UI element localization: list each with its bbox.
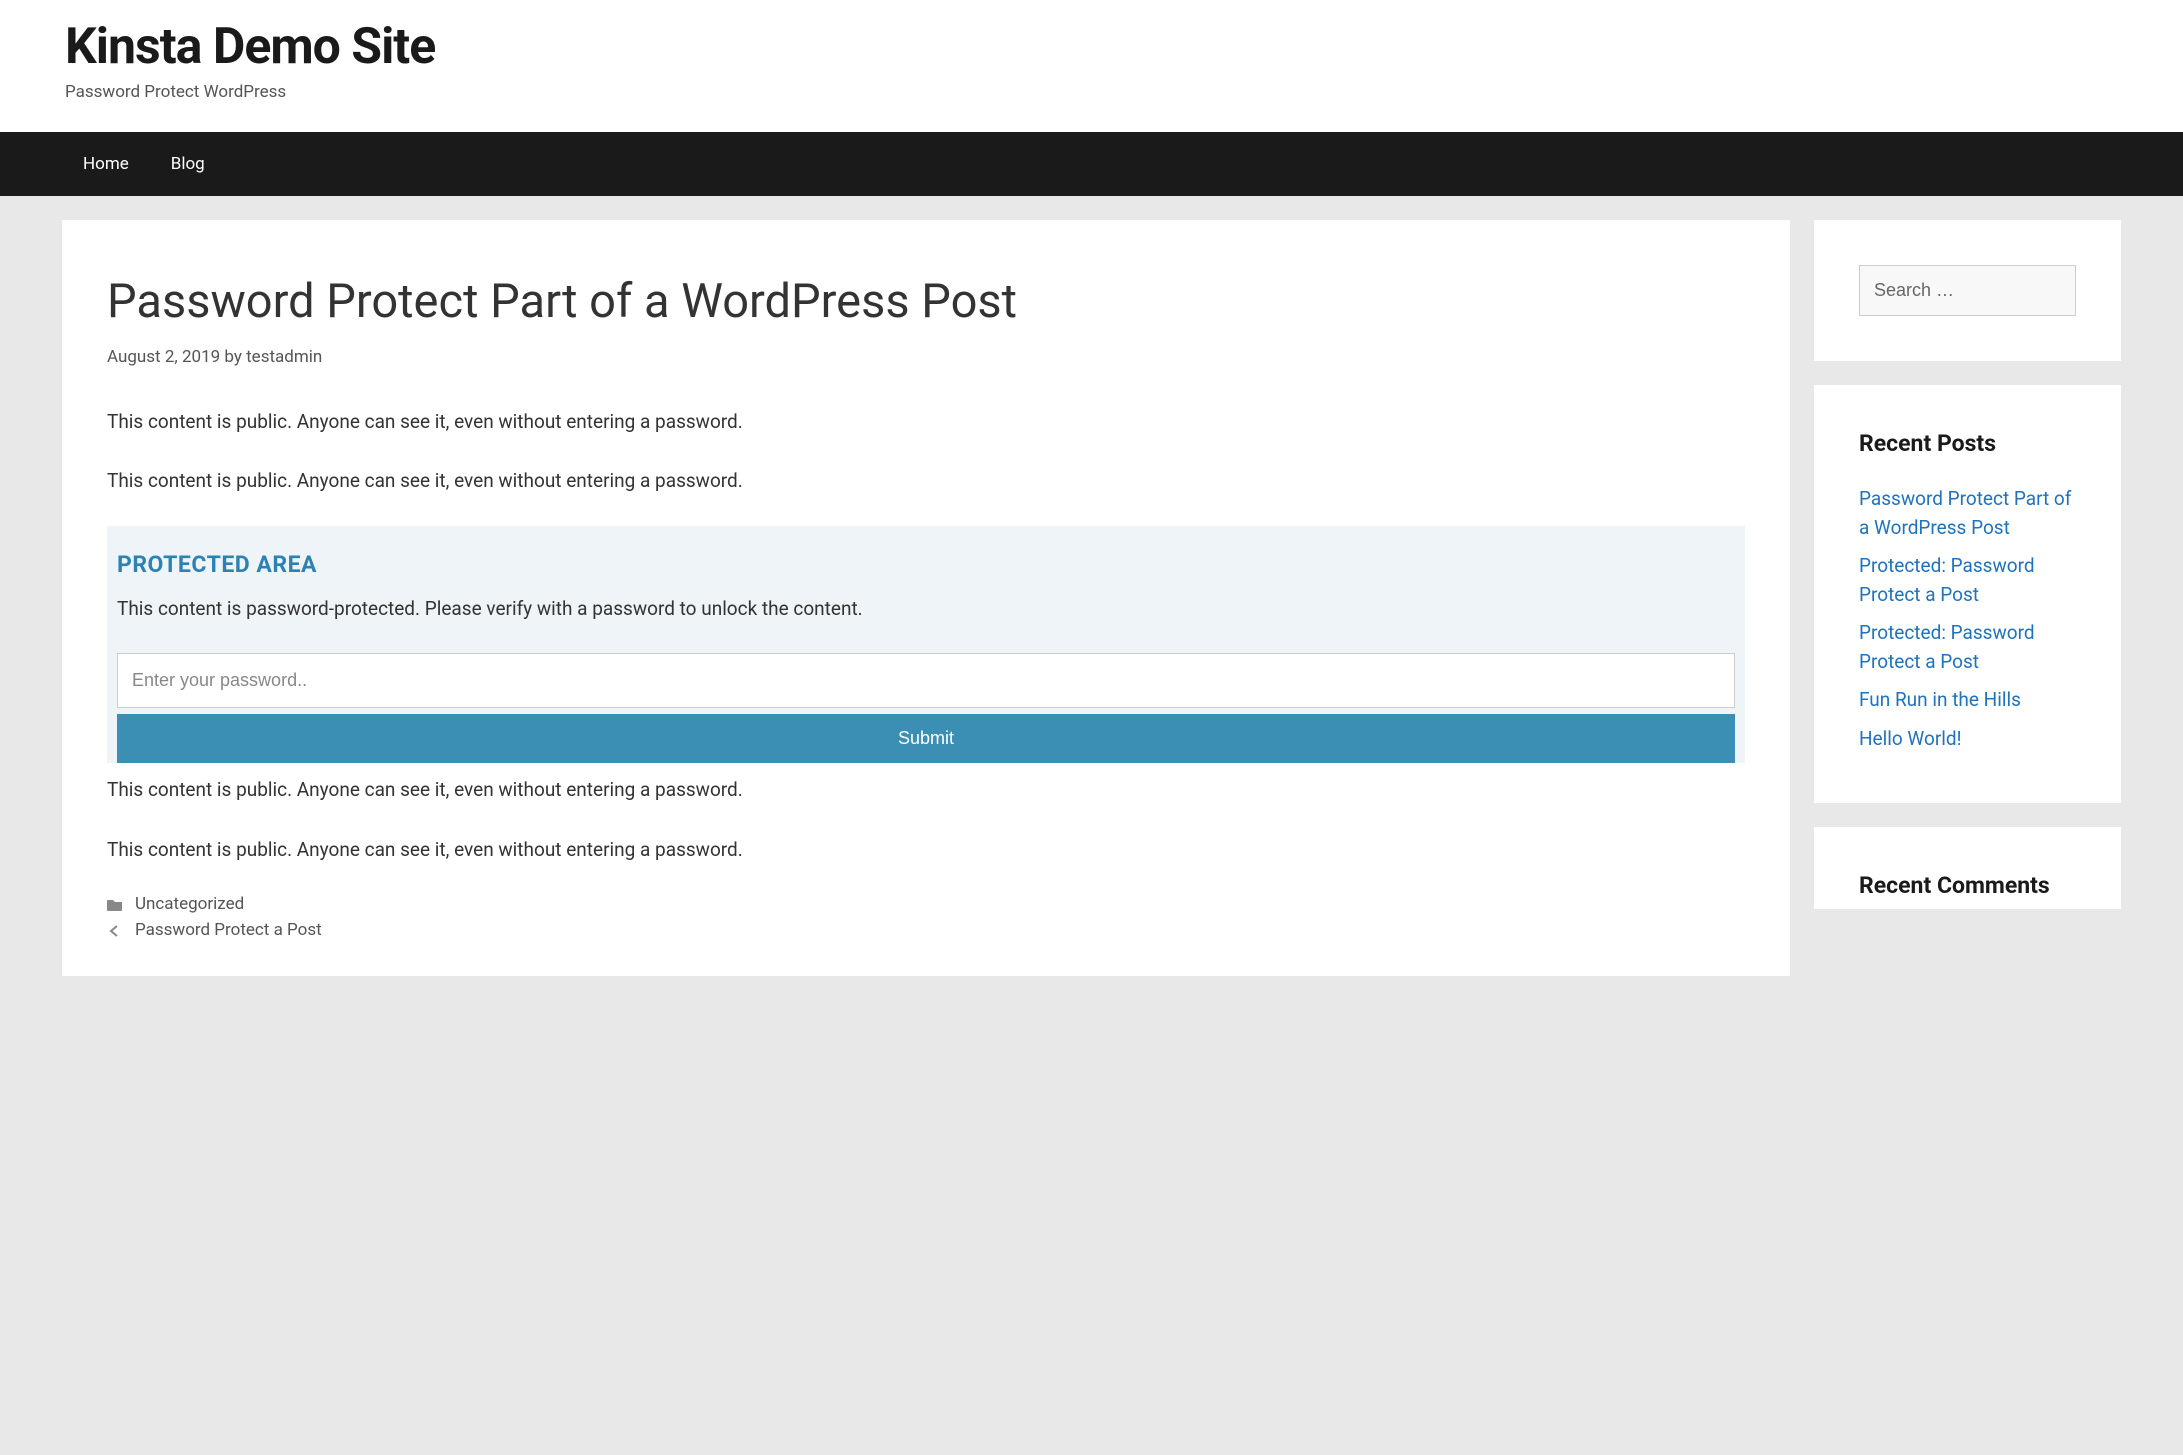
post-paragraph: This content is public. Anyone can see i…	[107, 407, 1745, 436]
recent-post-link[interactable]: Password Protect Part of a WordPress Pos…	[1859, 487, 2071, 539]
recent-post-link[interactable]: Hello World!	[1859, 727, 1962, 750]
prev-post-row: Password Protect a Post	[107, 920, 1745, 940]
recent-post-link[interactable]: Protected: Password Protect a Post	[1859, 621, 2035, 673]
post-footer: Uncategorized Password Protect a Post	[107, 894, 1745, 940]
post-title: Password Protect Part of a WordPress Pos…	[107, 275, 1745, 329]
post-meta: August 2, 2019 by testadmin	[107, 347, 1745, 367]
site-title[interactable]: Kinsta Demo Site	[65, 18, 2118, 76]
search-widget	[1814, 220, 2121, 361]
chevron-left-icon	[107, 923, 123, 937]
content-wrap: Password Protect Part of a WordPress Pos…	[0, 196, 2183, 1000]
protected-area: PROTECTED AREA This content is password-…	[107, 526, 1745, 763]
protected-description: This content is password-protected. Plea…	[117, 594, 1735, 623]
main-content: Password Protect Part of a WordPress Pos…	[62, 220, 1790, 976]
search-input[interactable]	[1859, 265, 2076, 316]
recent-post-link[interactable]: Fun Run in the Hills	[1859, 688, 2021, 711]
post-paragraph: This content is public. Anyone can see i…	[107, 466, 1745, 495]
folder-icon	[107, 897, 123, 911]
post-date: August 2, 2019	[107, 347, 220, 367]
category-link[interactable]: Uncategorized	[135, 894, 244, 914]
nav-item-blog[interactable]: Blog	[150, 132, 226, 196]
post-author[interactable]: testadmin	[246, 347, 322, 367]
recent-posts-list: Password Protect Part of a WordPress Pos…	[1859, 485, 2076, 753]
post-body: This content is public. Anyone can see i…	[107, 407, 1745, 864]
post-paragraph: This content is public. Anyone can see i…	[107, 775, 1745, 804]
sidebar: Recent Posts Password Protect Part of a …	[1814, 220, 2121, 909]
submit-button[interactable]: Submit	[117, 714, 1735, 763]
recent-comments-widget: Recent Comments	[1814, 827, 2121, 909]
recent-posts-widget: Recent Posts Password Protect Part of a …	[1814, 385, 2121, 803]
prev-post-link[interactable]: Password Protect a Post	[135, 920, 322, 940]
category-row: Uncategorized	[107, 894, 1745, 914]
site-header: Kinsta Demo Site Password Protect WordPr…	[0, 0, 2183, 132]
recent-comments-title: Recent Comments	[1859, 872, 2076, 899]
post-paragraph: This content is public. Anyone can see i…	[107, 835, 1745, 864]
site-tagline: Password Protect WordPress	[65, 82, 2118, 102]
nav-item-home[interactable]: Home	[65, 132, 150, 196]
recent-posts-title: Recent Posts	[1859, 430, 2076, 457]
post-by-label: by	[224, 347, 242, 367]
protected-heading: PROTECTED AREA	[117, 551, 1735, 578]
recent-post-link[interactable]: Protected: Password Protect a Post	[1859, 554, 2035, 606]
primary-nav: Home Blog	[0, 132, 2183, 196]
password-input[interactable]	[117, 653, 1735, 708]
